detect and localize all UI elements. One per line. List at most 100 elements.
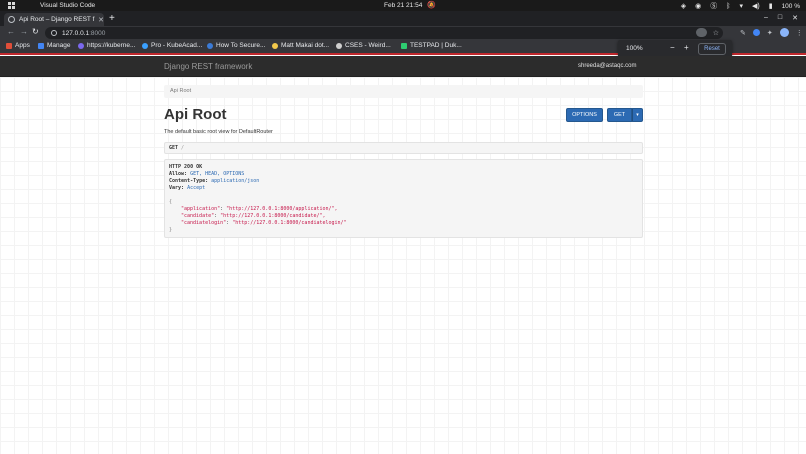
json-entry: "candiatelogin": "http://127.0.0.1:8000/…	[181, 220, 347, 226]
profile-avatar[interactable]	[779, 28, 789, 37]
bookmark-favicon	[142, 42, 148, 49]
bookmark-favicon	[336, 42, 342, 49]
user-menu[interactable]: shreeda@astaqc.com	[578, 63, 636, 69]
app-grid-icon[interactable]	[8, 2, 15, 9]
bookmark-label: How To Secure...	[216, 42, 266, 49]
back-icon[interactable]: ←	[7, 27, 15, 36]
drf-navbar: Django REST framework shreeda@astaqc.com	[0, 56, 806, 77]
bookmark-label: Manage	[47, 42, 71, 49]
wifi-icon[interactable]: ▾	[739, 2, 743, 10]
notification-off-icon: 🔕	[427, 2, 436, 9]
json-key: "application"	[181, 206, 221, 212]
json-key: "candidate"	[181, 213, 215, 219]
bookmark-favicon	[207, 42, 213, 49]
breadcrumb-item-api-root[interactable]: Api Root	[170, 88, 191, 94]
bookmark-item[interactable]: Apps	[6, 42, 30, 49]
response-header-vary: Vary: Accept	[169, 185, 205, 191]
json-link[interactable]: "http://127.0.0.1:8000/candidate/",	[220, 213, 325, 219]
browser-toolbar: ← → ↻ 127.0.0.1:8000 ☆ ✎ ✦ ⋮	[0, 26, 806, 40]
url-port: :8000	[89, 29, 106, 37]
json-entry: "application": "http://127.0.0.1:8000/ap…	[181, 206, 338, 212]
bookmark-label: CSES - Weird...	[345, 42, 391, 49]
response-header-allow: Allow: GET, HEAD, OPTIONS	[169, 171, 244, 177]
browser-tab-active[interactable]: Api Root – Django REST f ✕	[4, 13, 104, 26]
bookmark-item[interactable]: Pro - KubeAcad...	[142, 42, 202, 49]
header-value: application/json	[211, 178, 260, 184]
close-window-icon[interactable]: ✕	[792, 14, 798, 22]
json-key: "candiatelogin"	[181, 220, 227, 226]
forward-icon[interactable]: →	[20, 27, 28, 36]
menu-kebab-icon[interactable]: ⋮	[796, 29, 803, 37]
breadcrumb: Api Root	[164, 85, 643, 98]
battery-icon[interactable]: ▮	[769, 2, 773, 10]
bookmark-item[interactable]: https://kuberne...	[78, 42, 135, 49]
json-link[interactable]: "http://127.0.0.1:8000/candiatelogin/"	[232, 220, 346, 226]
minimize-icon[interactable]: –	[764, 14, 768, 22]
bookmark-item[interactable]: Manage	[38, 42, 71, 49]
active-app-name[interactable]: Visual Studio Code	[40, 2, 95, 9]
battery-percent: 100 %	[781, 2, 800, 10]
json-close-brace: }	[169, 227, 173, 233]
json-entry: "candidate": "http://127.0.0.1:8000/cand…	[181, 213, 326, 219]
drf-brand-link[interactable]: Django REST framework	[164, 62, 252, 71]
maximize-icon[interactable]: □	[778, 14, 782, 22]
bookmark-item[interactable]: How To Secure...	[207, 42, 265, 49]
window-controls: – □ ✕	[764, 14, 798, 22]
os-top-bar: Visual Studio Code Feb 21 21:54 🔕 ◈ ◉ Ⓢ …	[0, 0, 806, 11]
bookmark-item[interactable]: Matt Makai dot...	[272, 42, 329, 49]
request-info: GET /	[164, 142, 643, 154]
response-info: HTTP 200 OK Allow: GET, HEAD, OPTIONS Co…	[164, 159, 643, 238]
bookmark-item[interactable]: TESTPAD | Duk...	[401, 42, 462, 49]
skype-tray-icon[interactable]: Ⓢ	[710, 1, 717, 11]
bookmark-label: TESTPAD | Duk...	[410, 42, 462, 49]
header-value: GET, HEAD, OPTIONS	[190, 171, 245, 177]
pen-extension-icon[interactable]: ✎	[740, 29, 746, 37]
zoom-out-button[interactable]: −	[670, 43, 675, 52]
tab-title: Api Root – Django REST f	[19, 16, 95, 23]
bookmark-favicon	[401, 42, 407, 49]
zoom-in-button[interactable]: +	[684, 43, 689, 52]
bookmark-favicon	[38, 42, 44, 49]
extensions-area: ✎ ✦ ⋮	[740, 28, 803, 37]
bookmark-label: Pro - KubeAcad...	[151, 42, 203, 49]
bluetooth-icon[interactable]: ᛒ	[726, 3, 730, 10]
volume-icon[interactable]: ◀)	[752, 2, 760, 10]
request-method: GET	[169, 145, 179, 151]
new-tab-button[interactable]: +	[109, 13, 115, 25]
options-button[interactable]: OPTIONS	[566, 108, 603, 122]
zoom-reset-button[interactable]: Reset	[698, 43, 726, 55]
json-open-brace: {	[169, 199, 173, 205]
bookmark-star-icon[interactable]: ☆	[713, 29, 719, 37]
get-format-dropdown[interactable]: ▾	[632, 108, 643, 122]
discord-tray-icon[interactable]: ◉	[695, 2, 701, 10]
bookmark-label: https://kuberne...	[87, 42, 136, 49]
clock[interactable]: Feb 21 21:54	[384, 2, 422, 9]
extension-dot-icon[interactable]	[752, 29, 760, 36]
tab-strip: Api Root – Django REST f ✕ + – □ ✕	[0, 11, 806, 26]
header-label: Allow:	[169, 171, 188, 177]
response-header-content-type: Content-Type: application/json	[169, 178, 259, 184]
globe-icon	[8, 16, 15, 23]
page-title: Api Root	[164, 106, 227, 123]
system-tray[interactable]: ◈ ◉ Ⓢ ᛒ ▾ ◀) ▮ 100 %	[681, 1, 800, 11]
reload-icon[interactable]: ↻	[32, 27, 39, 36]
get-button[interactable]: GET	[607, 108, 632, 122]
json-link[interactable]: "http://127.0.0.1:8000/application/",	[226, 206, 337, 212]
omnibox-actions: ☆	[695, 28, 719, 37]
vscode-tray-icon[interactable]: ◈	[681, 2, 686, 10]
zoom-level: 100%	[626, 45, 643, 52]
page-body	[0, 77, 806, 454]
address-bar[interactable]: 127.0.0.1:8000 ☆	[45, 27, 723, 39]
url-host: 127.0.0.1	[62, 29, 90, 37]
header-value: Accept	[187, 185, 206, 191]
header-label: Vary:	[169, 185, 185, 191]
response-status-line: HTTP 200 OK	[169, 164, 202, 170]
bookmark-label: Matt Makai dot...	[281, 42, 330, 49]
close-tab-icon[interactable]: ✕	[98, 16, 104, 24]
bookmark-item[interactable]: CSES - Weird...	[336, 42, 391, 49]
header-label: Content-Type:	[169, 178, 209, 184]
puzzle-extensions-icon[interactable]: ✦	[767, 29, 773, 37]
zoom-icon[interactable]	[695, 28, 707, 37]
apps-grid-icon	[6, 42, 12, 49]
site-info-icon[interactable]	[51, 30, 57, 36]
